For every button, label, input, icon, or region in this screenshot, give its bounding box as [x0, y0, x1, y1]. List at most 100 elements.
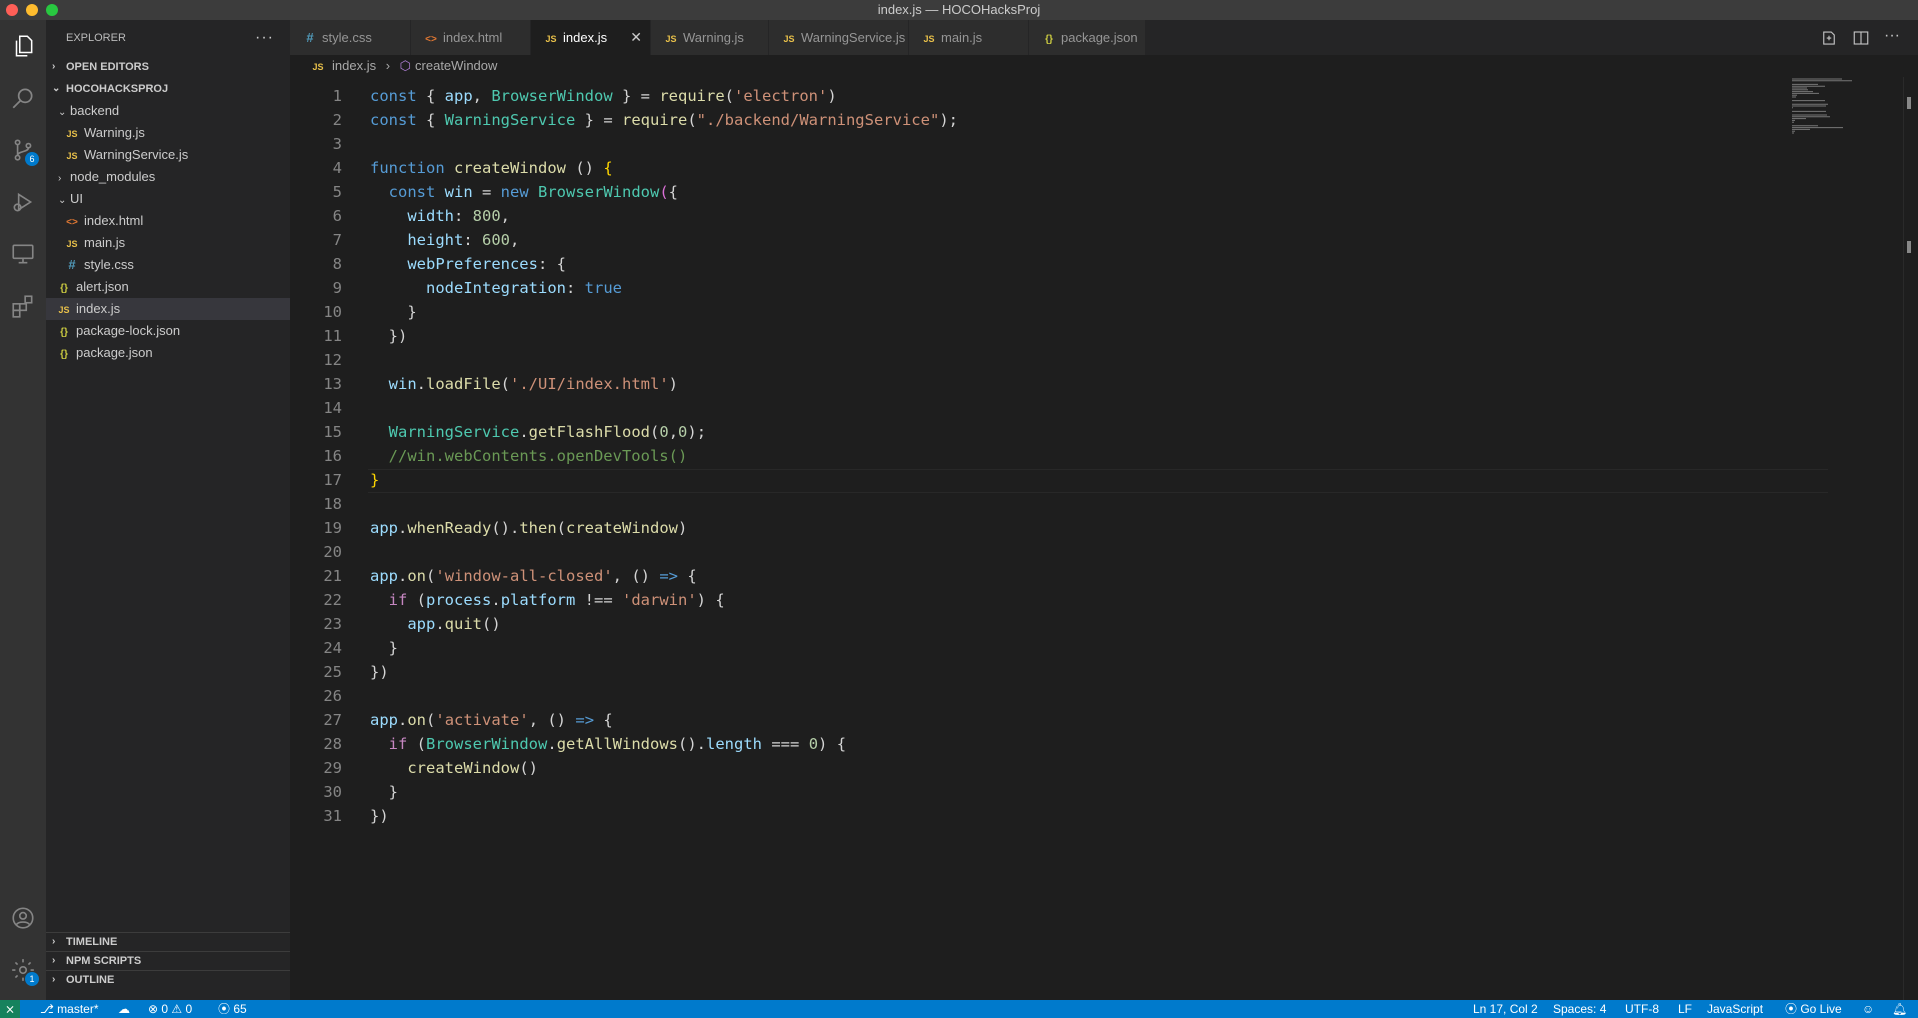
tab-index-html[interactable]: <> index.html — [411, 20, 531, 55]
js-file-icon: JS — [66, 239, 78, 249]
feedback-icon[interactable]: ☺ — [1862, 1000, 1874, 1018]
file-item[interactable]: {} package.json — [46, 342, 290, 364]
indentation[interactable]: Spaces: 4 — [1553, 1000, 1606, 1018]
code-line: 24 } — [290, 636, 1830, 660]
file-item[interactable]: JS Warning.js — [46, 122, 290, 144]
go-live-button[interactable]: ⦿ Go Live — [1785, 1000, 1842, 1018]
remote-icon[interactable]: ⨯ — [0, 1000, 20, 1018]
js-file-icon: JS — [783, 34, 795, 44]
code-line: 29 createWindow() — [290, 756, 1830, 780]
minimize-window-button[interactable] — [26, 4, 38, 16]
remote-explorer-icon[interactable] — [9, 240, 37, 268]
code-line: 7 height: 600, — [290, 228, 1830, 252]
language-mode[interactable]: JavaScript — [1707, 1000, 1763, 1018]
scroll-marker — [1907, 97, 1911, 109]
panel-timeline[interactable]: › TIMELINE — [46, 932, 290, 951]
tab-warningservice-js[interactable]: JS WarningService.js — [769, 20, 909, 55]
sync-icon[interactable]: ☁ — [118, 1000, 130, 1018]
tab-label: Warning.js — [683, 30, 744, 45]
code-line: 22 if (process.platform !== 'darwin') { — [290, 588, 1830, 612]
file-item[interactable]: <> index.html — [46, 210, 290, 232]
vertical-scrollbar[interactable] — [1903, 77, 1918, 1000]
accounts-icon[interactable] — [9, 904, 37, 932]
window-title: index.js — HOCOHacksProj — [877, 2, 1041, 17]
code-line: 18 — [290, 492, 1830, 516]
sidebar-panels: › TIMELINE › NPM SCRIPTS › OUTLINE — [46, 932, 290, 989]
file-item[interactable]: # style.css — [46, 254, 290, 276]
more-actions-icon[interactable]: ··· — [255, 20, 274, 56]
explorer-sidebar: EXPLORER ··· › OPEN EDITORS ⌄ HOCOHACKSP… — [46, 20, 290, 1000]
explorer-icon[interactable] — [9, 32, 37, 60]
tree-item-label: backend — [70, 103, 120, 118]
close-icon[interactable]: ✕ — [630, 20, 642, 55]
split-editor-icon[interactable] — [1852, 29, 1870, 47]
code-text: const { WarningService } = require("./ba… — [370, 111, 958, 129]
tree-item-label: index.js — [76, 301, 121, 316]
problems-status[interactable]: ⊗ 0 ⚠ 0 — [148, 1000, 192, 1018]
tab-label: index.html — [443, 30, 503, 45]
breadcrumb-file[interactable]: index.js — [332, 58, 376, 73]
file-item[interactable]: JS index.js — [46, 298, 290, 320]
more-actions-icon[interactable]: ··· — [1884, 27, 1902, 45]
breadcrumb-symbol[interactable]: createWindow — [415, 58, 497, 73]
code-editor[interactable]: 1 const { app, BrowserWindow } = require(… — [290, 77, 1918, 1000]
file-item[interactable]: {} package-lock.json — [46, 320, 290, 342]
tree-item-label: index.html — [84, 213, 144, 228]
activity-bar: 6 1 — [0, 20, 46, 1000]
code-line: 4 function createWindow () { — [290, 156, 1830, 180]
code-line: 15 WarningService.getFlashFlood(0,0); — [290, 420, 1830, 444]
extensions-icon[interactable] — [9, 292, 37, 320]
open-changes-icon[interactable] — [1820, 29, 1838, 47]
tree-item-label: main.js — [84, 235, 126, 250]
search-icon[interactable] — [9, 84, 37, 112]
settings-badge: 1 — [25, 972, 39, 986]
tab-main-js[interactable]: JS main.js — [909, 20, 1029, 55]
close-window-button[interactable] — [6, 4, 18, 16]
code-text: } — [370, 303, 417, 321]
source-control-icon[interactable]: 6 — [9, 136, 39, 166]
code-line: 9 nodeIntegration: true — [290, 276, 1830, 300]
notifications-bell-icon[interactable]: 🔔︎ — [1892, 1000, 1907, 1018]
tab-package-json[interactable]: {} package.json — [1029, 20, 1146, 55]
tree-item-label: alert.json — [76, 279, 129, 294]
file-item[interactable]: {} alert.json — [46, 276, 290, 298]
end-of-line[interactable]: LF — [1678, 1000, 1692, 1018]
folder-item[interactable]: ⌄ backend — [46, 100, 290, 122]
code-line: 25}) — [290, 660, 1830, 684]
js-file-icon: JS — [923, 34, 935, 44]
tab-warning-js[interactable]: JS Warning.js — [651, 20, 769, 55]
line-number: 19 — [323, 519, 342, 537]
line-number: 11 — [323, 327, 342, 345]
branch-status[interactable]: ⎇ master* — [40, 1000, 99, 1018]
folder-item[interactable]: › node_modules — [46, 166, 290, 188]
code-line: 2 const { WarningService } = require("./b… — [290, 108, 1830, 132]
settings-gear-icon[interactable]: 1 — [9, 956, 39, 986]
line-number: 2 — [332, 111, 342, 129]
tab-label: index.js — [563, 30, 608, 45]
code-line: 1 const { app, BrowserWindow } = require(… — [290, 84, 1830, 108]
code-line: 11 }) — [290, 324, 1830, 348]
panel-npm-scripts[interactable]: › NPM SCRIPTS — [46, 951, 290, 970]
line-number: 23 — [323, 615, 342, 633]
line-number: 29 — [323, 759, 342, 777]
file-item[interactable]: JS WarningService.js — [46, 144, 290, 166]
run-debug-icon[interactable] — [9, 188, 37, 216]
panel-outline[interactable]: › OUTLINE — [46, 970, 290, 989]
encoding[interactable]: UTF-8 — [1625, 1000, 1659, 1018]
line-number: 25 — [323, 663, 342, 681]
tree-item-label: style.css — [84, 257, 134, 272]
code-text: }) — [370, 807, 389, 825]
ports-status[interactable]: ⦿ 65 — [218, 1000, 247, 1018]
code-text: const win = new BrowserWindow({ — [388, 183, 679, 201]
tab-style-css[interactable]: # style.css — [290, 20, 411, 55]
open-editors-section[interactable]: › OPEN EDITORS — [46, 56, 290, 78]
code-text: app.whenReady().then(createWindow) — [370, 519, 688, 537]
line-number: 31 — [323, 807, 342, 825]
file-item[interactable]: JS main.js — [46, 232, 290, 254]
maximize-window-button[interactable] — [46, 4, 58, 16]
project-section[interactable]: ⌄ HOCOHACKSPROJ — [46, 78, 290, 100]
folder-item[interactable]: ⌄ UI — [46, 188, 290, 210]
cursor-position[interactable]: Ln 17, Col 2 — [1473, 1000, 1538, 1018]
tab-index-js[interactable]: JS index.js ✕ — [531, 20, 651, 55]
code-text: win.loadFile('./UI/index.html') — [388, 375, 678, 393]
